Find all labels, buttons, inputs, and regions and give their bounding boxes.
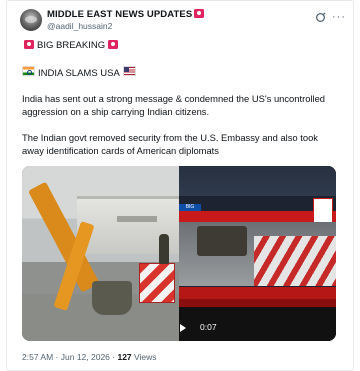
paragraph-2: The Indian govt removed security from th…: [22, 132, 318, 156]
video-duration: 0:07: [200, 322, 217, 332]
person: [159, 234, 169, 264]
news-logo: [313, 198, 333, 224]
embassy-sign: [117, 216, 157, 222]
post-meta: 2:57 AM · Jun 12, 2026 · 127 Views: [22, 352, 157, 362]
play-icon[interactable]: [180, 324, 186, 332]
news-live-tag: BIG: [179, 204, 201, 211]
headline-line: BIG BREAKING: [22, 40, 119, 53]
us-flag-icon: [122, 66, 136, 76]
views-count: 127: [117, 352, 132, 362]
news-header: [179, 166, 336, 196]
author-name[interactable]: MIDDLE EAST NEWS UPDATES: [47, 9, 205, 20]
siren-icon: [24, 40, 34, 49]
grok-icon[interactable]: [315, 12, 326, 23]
headline: BIG BREAKING: [37, 40, 106, 51]
news-barrier: [254, 236, 336, 286]
more-options-icon[interactable]: ···: [332, 11, 346, 23]
bulldozer-bucket: [92, 281, 132, 315]
media-video-right[interactable]: BIG: [179, 166, 336, 341]
author-avatar[interactable]: [20, 9, 42, 31]
author-handle[interactable]: @aadil_hussain2: [47, 21, 112, 31]
post-date[interactable]: Jun 12, 2026: [61, 352, 110, 362]
media-image-left[interactable]: [22, 166, 179, 341]
news-url-bar: [179, 299, 336, 307]
subhead-line: INDIA SLAMS USA: [22, 66, 136, 81]
views-label: Views: [134, 352, 157, 362]
post-header: MIDDLE EAST NEWS UPDATES @aadil_hussain2…: [20, 6, 346, 34]
india-flag-icon: [22, 66, 35, 76]
paragraph-1: India has sent out a strong message & co…: [22, 93, 326, 117]
siren-icon: [194, 9, 205, 18]
post-time[interactable]: 2:57 AM: [22, 352, 53, 362]
news-ticker: [179, 287, 336, 299]
subhead: INDIA SLAMS USA: [38, 68, 120, 79]
media-grid[interactable]: BIG: [22, 166, 336, 341]
barricade: [139, 263, 175, 303]
news-vehicle: [197, 226, 247, 256]
author-name-text[interactable]: MIDDLE EAST NEWS UPDATES: [47, 9, 192, 20]
siren-icon: [108, 40, 119, 49]
